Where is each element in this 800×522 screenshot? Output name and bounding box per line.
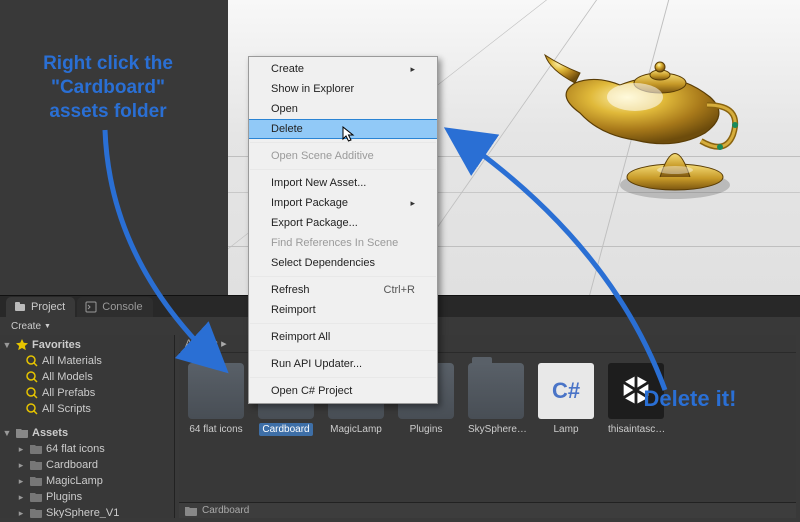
sidebar-filter-scripts[interactable]: All Scripts [0,401,174,417]
sidebar-item-label: All Models [42,371,93,383]
folder-icon [468,363,524,419]
sidebar-folder[interactable]: ▸ SkySphere_V1 [0,505,174,518]
menu-separator [250,142,436,143]
tab-console[interactable]: Console [77,297,152,317]
folder-icon [188,363,244,419]
folder-icon [29,442,43,456]
menu-reimport[interactable]: Reimport [249,300,437,320]
folder-icon [29,506,43,518]
menu-separator [250,377,436,378]
asset-label: Cardboard [259,423,312,436]
menu-reimport-all[interactable]: Reimport All [249,327,437,347]
assets-header-label: Assets ▸ [185,337,227,350]
menu-import-package[interactable]: Import Package [249,193,437,213]
menu-separator [250,323,436,324]
sidebar-assets-heading[interactable]: ▼ Assets [0,425,174,441]
asset-label: Lamp [550,423,581,436]
menu-separator [250,350,436,351]
expand-caret-icon[interactable]: ▼ [2,428,12,438]
menu-open[interactable]: Open [249,99,437,119]
folder-icon [185,506,197,516]
expand-caret-icon[interactable]: ▼ [2,340,12,350]
menu-create[interactable]: Create [249,59,437,79]
sidebar-item-label: Plugins [46,491,82,503]
project-icon [14,301,26,313]
sidebar-favorites-heading[interactable]: ▼ Favorites [0,337,174,353]
breadcrumb[interactable]: Cardboard [179,502,796,518]
folder-icon [15,426,29,440]
expand-caret-icon[interactable]: ▸ [16,508,26,519]
tab-label: Console [102,301,142,313]
sidebar-folder[interactable]: ▸ Plugins [0,489,174,505]
menu-refresh[interactable]: RefreshCtrl+R [249,280,437,300]
csharp-file-icon: C# [538,363,594,419]
menu-export-package[interactable]: Export Package... [249,213,437,233]
menu-delete[interactable]: Delete [249,119,437,139]
magic-lamp-model [525,35,745,205]
folder-icon [29,474,43,488]
menu-select-dependencies[interactable]: Select Dependencies [249,253,437,273]
asset-label: MagicLamp [327,423,385,436]
asset-item-csharp[interactable]: C# Lamp [535,363,597,436]
sidebar-item-label: SkySphere_V1 [46,507,119,518]
expand-caret-icon[interactable]: ▸ [16,492,26,503]
search-icon [25,370,39,384]
sidebar-filter-materials[interactable]: All Materials [0,353,174,369]
sidebar-item-label: Cardboard [46,459,98,471]
annotation-right: Delete it! [620,385,760,413]
console-icon [85,301,97,313]
dropdown-caret-icon: ▼ [44,323,51,330]
menu-open-csharp-project[interactable]: Open C# Project [249,381,437,401]
asset-label: 64 flat icons [186,423,245,436]
annotation-text: Right click the "Cardboard" assets folde… [43,53,173,122]
expand-caret-icon[interactable]: ▸ [16,476,26,487]
sidebar-folder[interactable]: ▸ MagicLamp [0,473,174,489]
expand-caret-icon[interactable]: ▸ [16,460,26,471]
sidebar-item-label: All Prefabs [42,387,95,399]
search-icon [25,402,39,416]
create-label: Create [11,321,41,332]
project-sidebar[interactable]: ▼ Favorites All Materials All Models All… [0,335,175,518]
create-button[interactable]: Create ▼ [6,320,56,333]
annotation-text: Delete it! [644,386,737,411]
sidebar-item-label: MagicLamp [46,475,103,487]
shortcut-label: Ctrl+R [384,284,415,296]
asset-item-folder[interactable]: 64 flat icons [185,363,247,436]
menu-separator [250,169,436,170]
expand-caret-icon[interactable]: ▸ [16,444,26,455]
menu-import-new-asset[interactable]: Import New Asset... [249,173,437,193]
asset-label: Plugins [407,423,446,436]
breadcrumb-label: Cardboard [202,505,249,516]
folder-icon [29,490,43,504]
tab-label: Project [31,301,65,313]
sidebar-item-label: All Materials [42,355,102,367]
sidebar-folder[interactable]: ▸ 64 flat icons [0,441,174,457]
menu-separator [250,276,436,277]
tab-project[interactable]: Project [6,297,75,317]
menu-open-scene-additive: Open Scene Additive [249,146,437,166]
sidebar-filter-prefabs[interactable]: All Prefabs [0,385,174,401]
menu-run-api-updater[interactable]: Run API Updater... [249,354,437,374]
sidebar-item-label: 64 flat icons [46,443,105,455]
asset-context-menu: Create Show in Explorer Open Delete Open… [248,56,438,404]
annotation-left: Right click the "Cardboard" assets folde… [18,52,198,123]
asset-item-folder[interactable]: SkySphere… [465,363,527,436]
asset-label: SkySphere… [465,423,527,436]
sidebar-filter-models[interactable]: All Models [0,369,174,385]
sidebar-heading-label: Assets [32,427,68,439]
star-icon [15,338,29,352]
menu-find-references: Find References In Scene [249,233,437,253]
search-icon [25,386,39,400]
sidebar-folder[interactable]: ▸ Cardboard [0,457,174,473]
menu-show-in-explorer[interactable]: Show in Explorer [249,79,437,99]
sidebar-heading-label: Favorites [32,339,81,351]
folder-icon [29,458,43,472]
search-icon [25,354,39,368]
sidebar-item-label: All Scripts [42,403,91,415]
asset-label: thisaintasc… [605,423,667,436]
